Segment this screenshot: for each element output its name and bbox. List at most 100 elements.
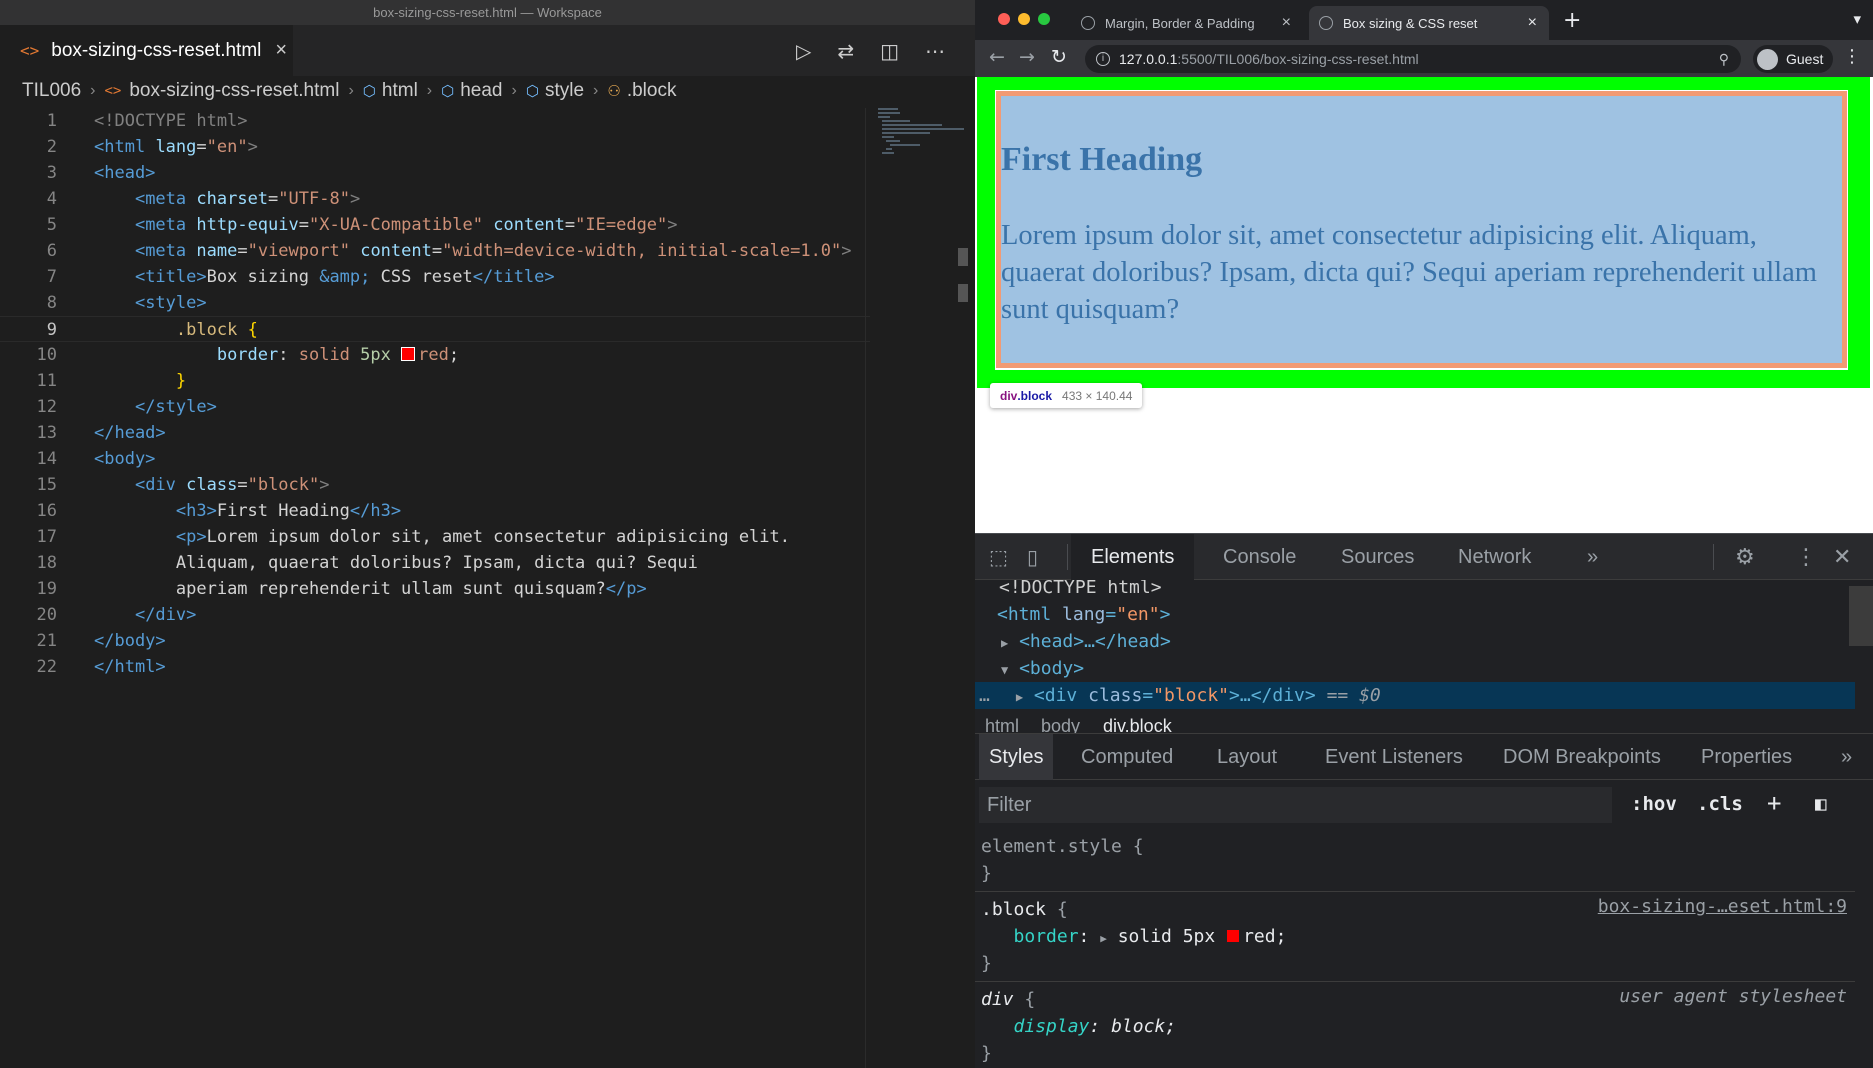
dom-tree[interactable]: <!DOCTYPE html> <html lang="en"> ▶ <head… — [975, 580, 1855, 714]
code-line-current[interactable]: 9 .block { — [0, 316, 870, 342]
expand-arrow-icon[interactable]: ▶ — [1016, 690, 1023, 704]
tab-computed[interactable]: Computed — [1071, 734, 1183, 780]
code-line[interactable]: 5 <meta http-equiv="X-UA-Compatible" con… — [0, 212, 870, 238]
settings-gear-icon[interactable]: ⚙ — [1735, 545, 1755, 570]
rule-selector[interactable]: .block — [981, 899, 1046, 920]
forward-icon[interactable]: → — [1019, 46, 1035, 68]
tab-layout[interactable]: Layout — [1207, 734, 1287, 780]
styles-filter-input[interactable]: Filter — [979, 787, 1612, 823]
code-line[interactable]: 19 aperiam reprehenderit ullam sunt quis… — [0, 576, 870, 602]
style-value-color[interactable]: red — [1243, 926, 1276, 947]
source-control-compare-icon[interactable]: ⇄ — [837, 39, 854, 63]
code-line[interactable]: 17 <p>Lorem ipsum dolor sit, amet consec… — [0, 524, 870, 550]
style-rule-element[interactable]: element.style { } — [975, 829, 1855, 892]
tab-network[interactable]: Network — [1438, 534, 1551, 580]
breadcrumb-head[interactable]: head — [460, 80, 502, 102]
crumb-div-block[interactable]: div.block — [1103, 716, 1172, 733]
code-line[interactable]: 6 <meta name="viewport" content="width=d… — [0, 238, 870, 264]
style-value[interactable]: solid 5px — [1118, 926, 1216, 947]
minimize-window-button[interactable] — [1018, 13, 1030, 25]
close-window-button[interactable] — [998, 13, 1010, 25]
code-line[interactable]: 22 </html> — [0, 654, 870, 680]
code-line[interactable]: 18 Aliquam, quaerat doloribus? Ipsam, di… — [0, 550, 870, 576]
breadcrumb-style[interactable]: style — [545, 80, 584, 102]
inspect-element-icon[interactable]: ⬚ — [989, 545, 1008, 569]
breadcrumb-file[interactable]: box-sizing-css-reset.html — [129, 80, 339, 102]
tab-search-icon[interactable]: ▾ — [1853, 10, 1861, 28]
close-tab-icon[interactable]: × — [1282, 14, 1291, 32]
code-line[interactable]: 13 </head> — [0, 420, 870, 446]
code-line[interactable]: 21 </body> — [0, 628, 870, 654]
code-line[interactable]: 10 border: solid 5px red; — [0, 342, 870, 368]
code-line[interactable]: 3 <head> — [0, 160, 870, 186]
tab-sources[interactable]: Sources — [1321, 534, 1434, 580]
close-tab-icon[interactable]: × — [275, 39, 287, 62]
dom-scrollbar[interactable] — [1849, 586, 1873, 646]
dom-node[interactable]: <!DOCTYPE html> — [975, 580, 1855, 601]
breadcrumb-selector[interactable]: .block — [627, 80, 677, 102]
editor-tab-active[interactable]: <> box-sizing-css-reset.html × — [0, 25, 293, 76]
customize-menu-icon[interactable]: ⋮ — [1795, 545, 1817, 570]
profile-button[interactable]: Guest — [1753, 45, 1834, 73]
code-line[interactable]: 4 <meta charset="UTF-8"> — [0, 186, 870, 212]
close-devtools-icon[interactable]: ✕ — [1833, 545, 1851, 570]
code-line[interactable]: 16 <h3>First Heading</h3> — [0, 498, 870, 524]
dom-node[interactable]: ▼ <body> — [975, 655, 1855, 682]
close-tab-icon[interactable]: × — [1528, 14, 1537, 32]
code-line[interactable]: 8 <style> — [0, 290, 870, 316]
entity-token: &amp; — [319, 267, 371, 287]
dom-node[interactable]: ▶ <head>…</head> — [975, 628, 1855, 655]
info-icon[interactable]: i — [1096, 52, 1110, 66]
address-bar[interactable]: i 127.0.0.1:5500/TIL006/box-sizing-css-r… — [1085, 45, 1741, 73]
tab-event-listeners[interactable]: Event Listeners — [1315, 734, 1473, 780]
new-tab-button[interactable]: + — [1563, 8, 1581, 33]
code-area[interactable]: 1 <!DOCTYPE html> 2 <html lang="en"> 3 <hea… — [0, 108, 870, 680]
code-line[interactable]: 2 <html lang="en"> — [0, 134, 870, 160]
tab-dom-breakpoints[interactable]: DOM Breakpoints — [1493, 734, 1671, 780]
browser-menu-icon[interactable]: ⋮ — [1843, 46, 1861, 67]
crumb-body[interactable]: body — [1041, 716, 1080, 733]
expand-arrow-icon[interactable]: ▶ — [1100, 932, 1107, 945]
dom-node[interactable]: <html lang="en"> — [975, 601, 1855, 628]
tab-styles[interactable]: Styles — [979, 734, 1054, 780]
new-style-rule-icon[interactable]: + — [1767, 789, 1781, 817]
browser-tab[interactable]: Margin, Border & Padding × — [1071, 6, 1303, 40]
code-line[interactable]: 14 <body> — [0, 446, 870, 472]
toggle-sidebar-icon[interactable]: ◧ — [1815, 793, 1826, 815]
dom-node-selected[interactable]: … ▶ <div class="block">…</div> == $0 — [975, 682, 1855, 709]
breadcrumb-html[interactable]: html — [382, 80, 418, 102]
more-actions-icon[interactable]: ⋯ — [925, 39, 945, 63]
tab-properties[interactable]: Properties — [1691, 734, 1802, 780]
reload-icon[interactable]: ↻ — [1051, 46, 1067, 68]
more-tabs-icon[interactable]: » — [1567, 534, 1618, 580]
tab-elements[interactable]: Elements — [1071, 534, 1195, 580]
style-property[interactable]: border — [1014, 926, 1079, 947]
code-line[interactable]: 1 <!DOCTYPE html> — [0, 108, 870, 134]
code-line[interactable]: 7 <title>Box sizing &amp; CSS reset</tit… — [0, 264, 870, 290]
hover-state-toggle[interactable]: :hov — [1631, 793, 1677, 815]
device-toolbar-icon[interactable]: ▯ — [1027, 545, 1038, 569]
browser-tab-active[interactable]: Box sizing & CSS reset × — [1309, 6, 1549, 40]
expand-arrow-icon[interactable]: ▶ — [1001, 636, 1008, 650]
class-toggle[interactable]: .cls — [1697, 793, 1743, 815]
tab-console[interactable]: Console — [1203, 534, 1316, 580]
collapse-arrow-icon[interactable]: ▼ — [1001, 663, 1008, 677]
dom-dots[interactable]: … — [979, 685, 990, 706]
breadcrumb-folder[interactable]: TIL006 — [22, 80, 81, 102]
code-line[interactable]: 12 </style> — [0, 394, 870, 420]
zoom-icon[interactable]: ⚲ — [1719, 45, 1729, 73]
code-line[interactable]: 20 </div> — [0, 602, 870, 628]
code-line[interactable]: 15 <div class="block"> — [0, 472, 870, 498]
maximize-window-button[interactable] — [1038, 13, 1050, 25]
run-icon[interactable]: ▷ — [796, 39, 811, 63]
color-swatch-icon[interactable] — [401, 347, 416, 361]
split-editor-icon[interactable]: ◫ — [880, 39, 899, 63]
code-line[interactable]: 11 } — [0, 368, 870, 394]
editor-scrollbar[interactable] — [958, 248, 968, 308]
back-icon[interactable]: ← — [989, 46, 1005, 68]
more-tabs-icon[interactable]: » — [1831, 734, 1862, 780]
style-rule-block[interactable]: box-sizing-…eset.html:9 .block { border:… — [975, 892, 1855, 982]
crumb-html[interactable]: html — [985, 716, 1019, 733]
color-swatch-icon[interactable] — [1226, 929, 1241, 943]
style-source-link[interactable]: box-sizing-…eset.html:9 — [1598, 896, 1847, 917]
